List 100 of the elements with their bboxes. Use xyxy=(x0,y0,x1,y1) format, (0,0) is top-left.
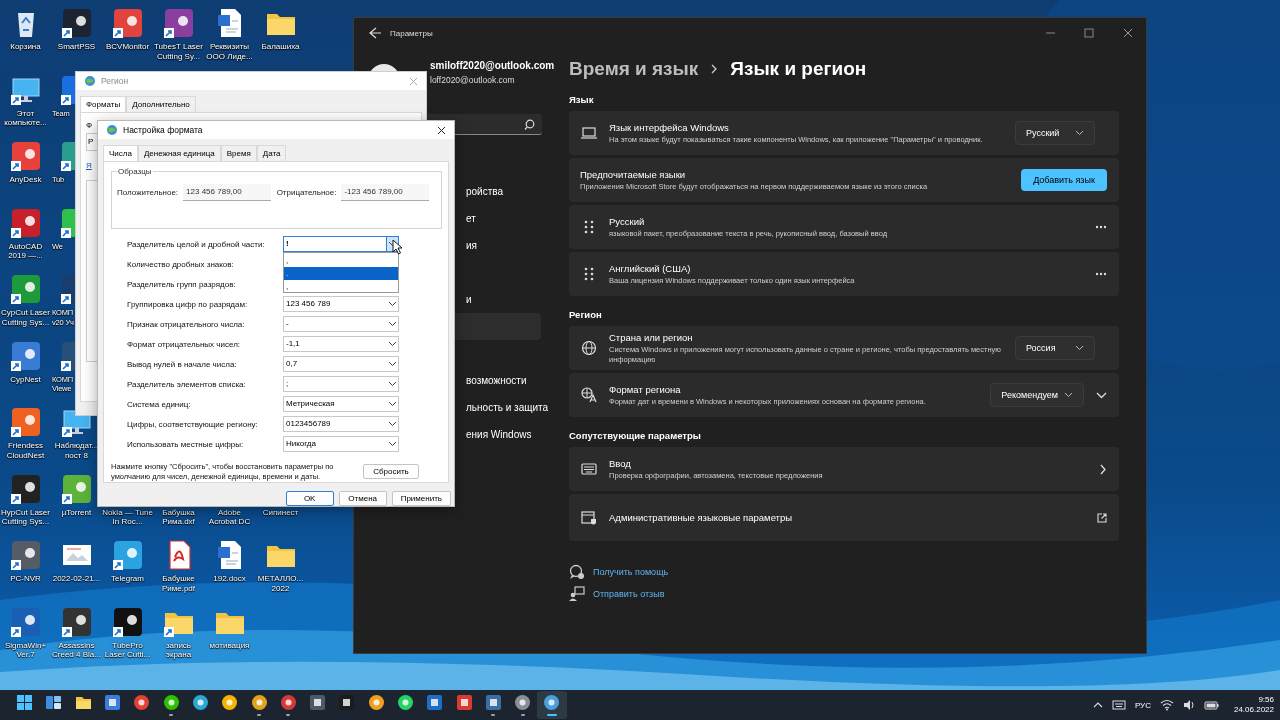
app-icon[interactable] xyxy=(543,694,561,711)
tab[interactable]: Время xyxy=(220,145,257,161)
app-icon[interactable] xyxy=(221,694,239,711)
app-icon[interactable] xyxy=(309,694,327,711)
tab[interactable]: Форматы xyxy=(80,96,127,112)
laptop-icon xyxy=(581,125,597,141)
app-icon[interactable] xyxy=(338,694,356,711)
app-icon[interactable] xyxy=(162,7,195,39)
maximize-icon[interactable] xyxy=(1084,28,1095,38)
icon-label: Бабушка Рима.dxf xyxy=(161,507,196,527)
app-icon[interactable] xyxy=(60,7,93,39)
app-icon[interactable] xyxy=(104,694,122,711)
app-icon[interactable] xyxy=(162,694,180,711)
reset-button[interactable]: Сбросить xyxy=(363,464,419,479)
external-link-icon[interactable] xyxy=(1097,512,1107,523)
dialog-button[interactable]: Применить xyxy=(391,491,451,506)
dropdown-field[interactable]: Никогда xyxy=(283,436,399,452)
app-icon[interactable] xyxy=(133,694,151,711)
app-icon[interactable] xyxy=(60,73,75,106)
chevron-up-icon[interactable] xyxy=(1092,701,1103,709)
clock-date[interactable]: 24.06.2022 xyxy=(1233,705,1274,715)
app-icon[interactable] xyxy=(9,140,42,172)
close-icon[interactable] xyxy=(437,125,446,135)
dropdown-option[interactable]: . xyxy=(284,267,398,280)
more-icon[interactable] xyxy=(1095,272,1107,276)
tab[interactable]: Числа xyxy=(103,145,138,161)
dropdown-field[interactable]: 0,7 xyxy=(283,356,399,372)
icon-label: SigmaWin+ Ver.7 xyxy=(3,640,48,660)
more-icon[interactable] xyxy=(1095,225,1107,229)
dropdown-list[interactable]: , . , xyxy=(283,252,399,293)
app-icon[interactable] xyxy=(60,140,75,172)
dropdown[interactable]: Рекомендуем xyxy=(990,383,1084,407)
app-icon[interactable] xyxy=(279,694,297,711)
icon-label: AutoCAD 2019 —... xyxy=(7,241,44,261)
dropdown-field[interactable]: ; xyxy=(283,376,399,392)
app-icon[interactable] xyxy=(9,273,42,305)
app-icon[interactable] xyxy=(426,694,444,711)
start-icon[interactable] xyxy=(16,694,34,711)
close-icon[interactable] xyxy=(1123,28,1134,38)
dropdown[interactable]: Русский xyxy=(1015,121,1095,145)
chevron-right-icon[interactable] xyxy=(1100,463,1107,475)
dropdown-field[interactable]: -1,1 xyxy=(283,336,399,352)
app-icon[interactable] xyxy=(60,273,75,305)
tab[interactable]: Дата xyxy=(256,145,287,161)
app-icon[interactable] xyxy=(191,694,209,711)
icon-label: AnyDesk xyxy=(8,175,43,185)
window-shield-icon xyxy=(581,509,597,526)
tab[interactable]: Дополнительно xyxy=(126,96,196,112)
link[interactable]: Получить помощь xyxy=(593,567,669,577)
clock-time[interactable]: 9:56 xyxy=(1233,695,1274,705)
volume-icon[interactable] xyxy=(1182,699,1195,711)
battery-icon[interactable] xyxy=(1203,699,1219,711)
app-icon[interactable] xyxy=(455,694,473,711)
keyboard-icon[interactable] xyxy=(1111,700,1126,710)
caret-icon xyxy=(388,421,397,427)
icon-label: SmartPSS xyxy=(56,42,97,52)
icon-label: Этот компьюте... xyxy=(3,108,48,128)
add-language-button[interactable]: Добавить язык xyxy=(1021,169,1107,191)
icon-label: Наблюдат... пост 8 xyxy=(53,441,100,460)
dropdown[interactable]: Россия xyxy=(1015,336,1095,360)
expand-chevron-icon[interactable] xyxy=(1096,391,1107,399)
app-icon[interactable] xyxy=(111,7,144,39)
app-icon[interactable] xyxy=(514,694,532,711)
app-icon[interactable] xyxy=(367,694,385,711)
app-icon[interactable] xyxy=(111,539,144,571)
tab[interactable]: Денежная единица xyxy=(137,145,221,161)
card-title: Язык интерфейса Windows xyxy=(609,121,730,133)
app-icon[interactable] xyxy=(9,406,42,438)
dropdown-field[interactable]: 123 456 789 xyxy=(283,296,399,312)
dialog-button[interactable]: Отмена xyxy=(338,491,387,506)
caret-icon xyxy=(388,441,397,447)
icon-label: µTorrent xyxy=(60,507,93,517)
globe-icon xyxy=(106,124,118,136)
search-icon[interactable] xyxy=(524,118,535,130)
widgets-icon[interactable] xyxy=(45,694,63,711)
app-icon[interactable] xyxy=(60,206,75,239)
caret-icon xyxy=(1064,392,1073,398)
field-label: Разделитель групп разрядов: xyxy=(127,279,237,289)
icon-label: TubesT Laser Cutting Sy... xyxy=(153,42,204,61)
folder-icon[interactable] xyxy=(74,694,92,711)
language-indicator[interactable]: РУС xyxy=(1134,700,1151,710)
link[interactable]: Я xyxy=(86,161,92,170)
app-icon[interactable] xyxy=(484,694,502,711)
dropdown-field[interactable]: Метрическая xyxy=(283,396,399,412)
dropdown-option[interactable]: , xyxy=(284,254,398,267)
dropdown-option[interactable]: , xyxy=(284,280,398,293)
card-title: Русский xyxy=(609,215,646,227)
dropdown-field[interactable]: - xyxy=(283,316,399,332)
dropdown-field[interactable]: 0123456789 xyxy=(283,416,399,432)
app-icon[interactable] xyxy=(397,694,414,711)
chevron-right-icon xyxy=(710,64,719,74)
dialog-button[interactable]: OK xyxy=(285,491,334,506)
app-icon[interactable] xyxy=(9,539,42,571)
taskbar-button[interactable] xyxy=(537,691,567,719)
settings-card[interactable]: Административные языковые параметры xyxy=(569,494,1119,541)
link[interactable]: Отправить отзыв xyxy=(593,589,665,599)
wifi-icon[interactable] xyxy=(1159,699,1174,711)
app-icon[interactable] xyxy=(250,694,268,711)
app-icon[interactable] xyxy=(60,339,75,372)
breadcrumb-link[interactable]: Время и язык xyxy=(569,58,699,80)
